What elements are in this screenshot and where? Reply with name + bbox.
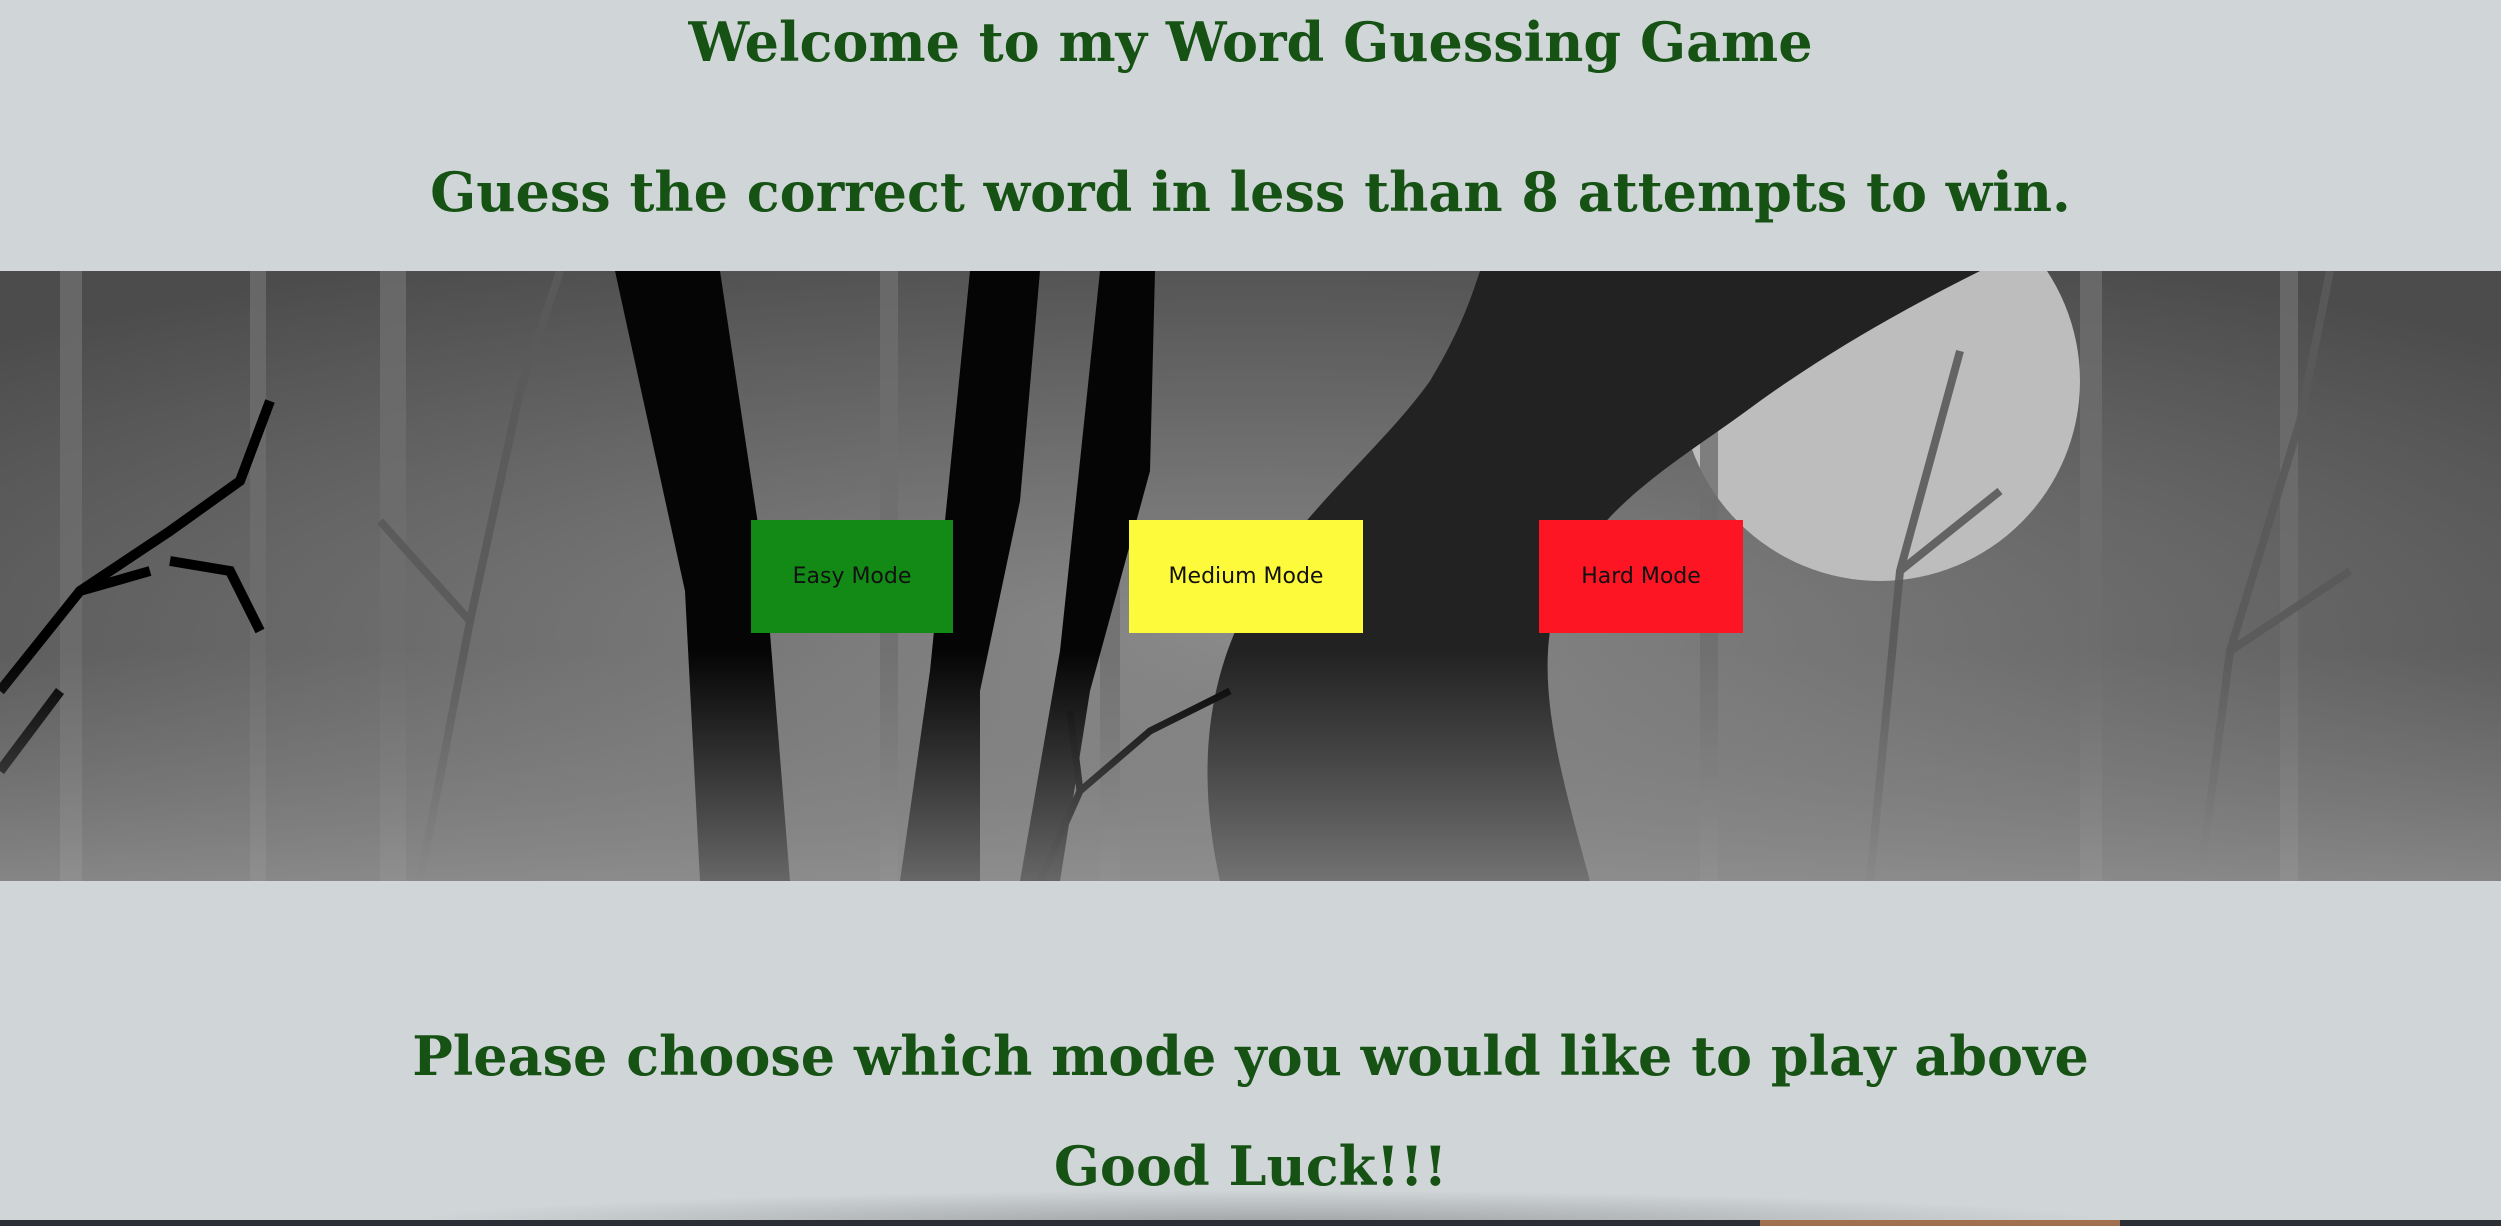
- bottom-strip: [0, 1220, 2501, 1226]
- medium-mode-button[interactable]: Medium Mode: [1129, 520, 1363, 633]
- easy-mode-button[interactable]: Easy Mode: [751, 520, 953, 633]
- bottom-strip-accent: [1760, 1220, 2120, 1226]
- page-title: Welcome to my Word Guessing Game: [688, 10, 1813, 74]
- page: Welcome to my Word Guessing Game Guess t…: [0, 0, 2501, 1226]
- forest-banner: Easy Mode Medium Mode Hard Mode: [0, 271, 2501, 881]
- hard-mode-button[interactable]: Hard Mode: [1539, 520, 1743, 633]
- mode-prompt-text: Please choose which mode you would like …: [412, 1024, 2089, 1088]
- instructions-text: Guess the correct word in less than 8 at…: [430, 160, 2071, 224]
